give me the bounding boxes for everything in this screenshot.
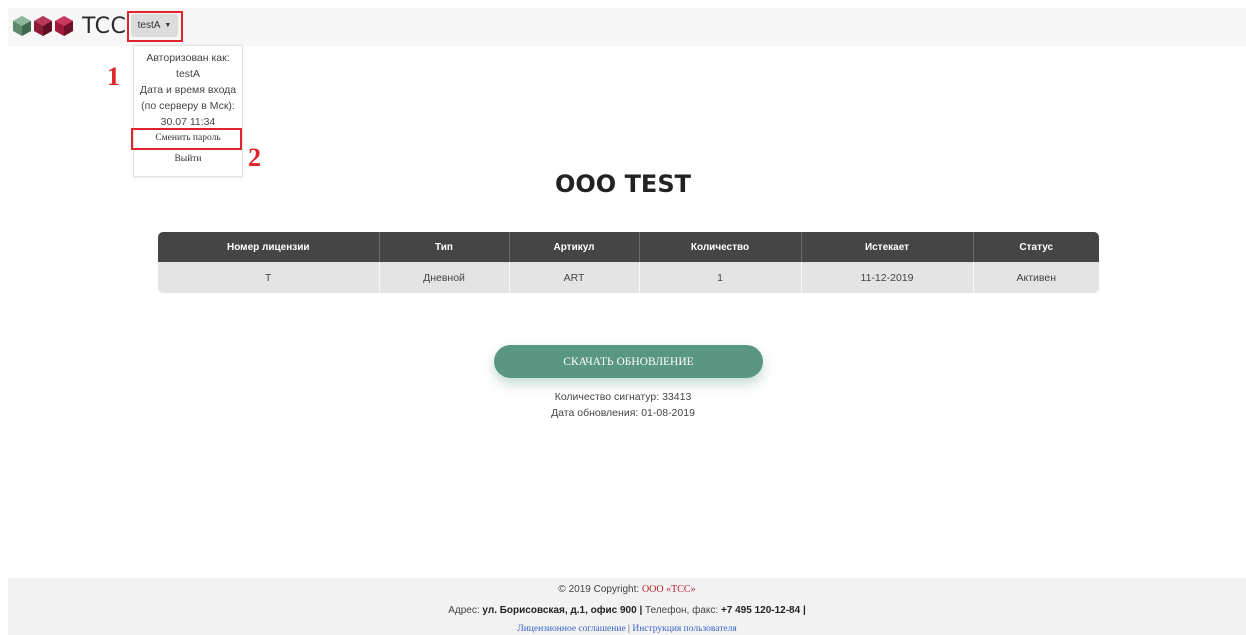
cell-license-number: T <box>158 262 380 293</box>
top-navbar <box>8 8 1246 46</box>
address-label: Адрес: <box>448 605 480 616</box>
user-dropdown-menu: Авторизован как: testA Дата и время вход… <box>133 45 243 177</box>
cell-status: Активен <box>973 262 1099 293</box>
authorized-as-label: Авторизован как: <box>146 52 230 64</box>
license-agreement-link[interactable]: Лицензионное соглашение <box>517 624 625 634</box>
footer-contacts: Адрес: ул. Борисовская, д.1, офис 900 | … <box>8 605 1246 616</box>
copyright-prefix: © 2019 Copyright: <box>558 584 640 595</box>
header-type: Тип <box>379 232 510 262</box>
footer-separator: | <box>639 605 643 616</box>
company-title: OOO TEST <box>555 170 691 198</box>
logout-item[interactable]: Выйти <box>134 154 242 164</box>
logo[interactable]: TCC <box>12 11 126 41</box>
table-row: T Дневной ART 1 11-12-2019 Активен <box>158 262 1099 293</box>
header-article: Артикул <box>509 232 640 262</box>
user-manual-link[interactable]: Инструкция пользователя <box>632 624 736 634</box>
header-status: Статус <box>973 232 1099 262</box>
username-value: testA <box>176 68 200 80</box>
phone-label: Телефон, факс: <box>645 605 719 616</box>
annotation-marker-2: 2 <box>248 143 261 172</box>
header-license-number: Номер лицензии <box>158 232 380 262</box>
cell-type: Дневной <box>379 262 510 293</box>
header-expires: Истекает <box>801 232 974 262</box>
highlight-box-change-password <box>131 128 242 150</box>
update-date: Дата обновления: 01-08-2019 <box>551 407 695 419</box>
login-datetime-label: Дата и время входа <box>139 84 237 96</box>
footer-copyright: © 2019 Copyright: ООО «ТСС» <box>8 584 1246 595</box>
cell-article: ART <box>509 262 640 293</box>
cell-quantity: 1 <box>639 262 802 293</box>
license-table: Номер лицензии Тип Артикул Количество Ис… <box>158 232 1099 293</box>
phone-value: +7 495 120-12-84 <box>720 605 801 616</box>
update-info: Количество сигнатур: 33413 Дата обновлен… <box>0 389 1246 421</box>
dropdown-info: Авторизован как: testA Дата и время вход… <box>134 46 242 130</box>
address-value: ул. Борисовская, д.1, офис 900 <box>482 605 637 616</box>
highlight-box-user-button <box>127 11 183 42</box>
cell-expires: 11-12-2019 <box>801 262 974 293</box>
footer-links: Лицензионное соглашение | Инструкция пол… <box>8 624 1246 634</box>
table-header-row: Номер лицензии Тип Артикул Количество Ис… <box>158 232 1099 262</box>
copyright-company-link[interactable]: ООО «ТСС» <box>642 584 696 595</box>
signature-count: Количество сигнатур: 33413 <box>554 391 692 403</box>
footer-links-separator: | <box>628 624 630 634</box>
footer-separator-end: | <box>802 605 806 616</box>
login-datetime-label-server: (по серверу в Мск): <box>141 100 235 112</box>
download-update-button[interactable]: СКАЧАТЬ ОБНОВЛЕНИЕ <box>494 345 763 378</box>
annotation-marker-1: 1 <box>107 62 120 91</box>
logo-hexagons-icon <box>13 16 73 36</box>
logo-text: TCC <box>82 13 127 39</box>
footer: © 2019 Copyright: ООО «ТСС» Адрес: ул. Б… <box>8 578 1246 635</box>
header-quantity: Количество <box>639 232 802 262</box>
